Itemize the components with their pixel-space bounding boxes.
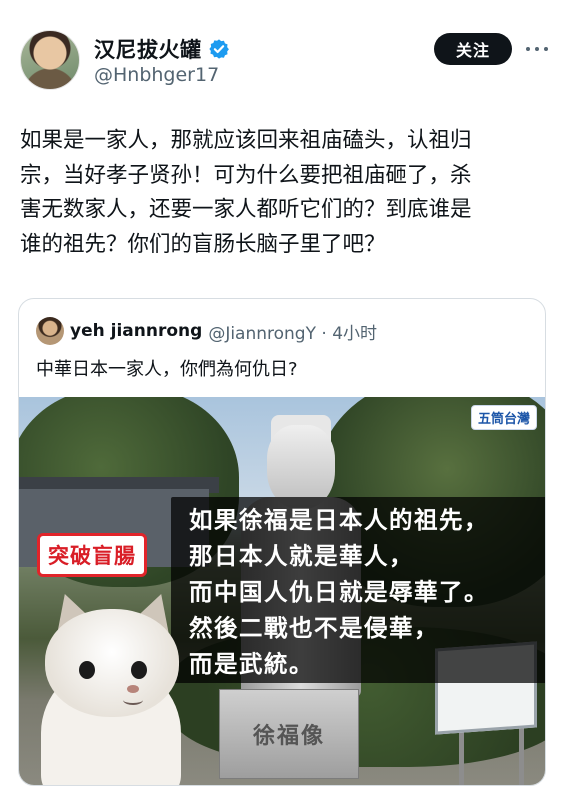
source-watermark: 五筒台灣: [470, 405, 537, 430]
tweet-text-line: 宗，当好孝子贤孙！可为什么要把祖庙砸了，杀: [20, 162, 472, 188]
quoted-tweet-card[interactable]: yeh jiannrong @JiannrongY · 4小时 中華日本一家人，…: [18, 298, 546, 786]
quoted-tweet-image[interactable]: 徐福像 五筒台灣 如果徐福是日本人的祖先， 那日本人就是華人， 而中国人仇日就是…: [19, 397, 545, 785]
tweet-text-line: 谁的祖先？你们的盲肠长脑子里了吧？: [20, 231, 386, 257]
cat-eye: [131, 661, 147, 679]
cat-mouth: [123, 695, 143, 705]
caption-line: 然後二戰也不是侵華，: [189, 614, 439, 642]
author-display-name[interactable]: 汉尼拔火罐: [94, 34, 202, 64]
quoted-author-avatar[interactable]: [36, 317, 64, 345]
author-name-row: 汉尼拔火罐: [94, 34, 230, 64]
author-avatar[interactable]: [20, 30, 80, 90]
caption-line: 那日本人就是華人，: [189, 542, 414, 570]
breakthrough-label: 突破盲腸: [37, 533, 147, 577]
cat-nose: [127, 685, 139, 693]
quoted-author-handle-time: @JiannrongY · 4小时: [208, 323, 378, 344]
caption-line: 如果徐福是日本人的祖先，: [189, 506, 489, 534]
quoted-author-name[interactable]: yeh jiannrong: [70, 321, 202, 341]
more-horizontal-icon[interactable]: [526, 40, 548, 58]
quoted-tweet-text: 中華日本一家人，你們為何仇日?: [36, 359, 298, 380]
statue-pedestal: 徐福像: [219, 689, 359, 779]
tweet-text: 如果是一家人，那就应该回来祖庙磕头，认祖归 宗，当好孝子贤孙！可为什么要把祖庙砸…: [20, 124, 544, 262]
more-dot: [544, 47, 548, 51]
cat-illustration: [23, 587, 193, 785]
quoted-tweet-header: yeh jiannrong @JiannrongY · 4小时: [36, 317, 377, 345]
follow-button[interactable]: 关注: [434, 33, 512, 65]
author-handle[interactable]: @Hnbhger17: [94, 64, 219, 86]
tweet-text-line: 害无数家人，还要一家人都听它们的？到底谁是: [20, 197, 472, 222]
pedestal-inscription: 徐福像: [252, 723, 325, 749]
caption-line: 而是武統。: [189, 650, 314, 678]
cat-eye: [79, 661, 95, 679]
tweet-text-line: 如果是一家人，那就应该回来祖庙磕头，认祖归: [20, 128, 472, 153]
caption-line: 而中国人仇日就是辱華了。: [189, 578, 489, 606]
more-dot: [535, 47, 539, 51]
more-dot: [526, 47, 530, 51]
verified-badge-icon: [208, 39, 229, 59]
cat-head: [45, 609, 179, 717]
signboard-leg: [519, 727, 524, 785]
signboard-leg: [459, 727, 464, 785]
